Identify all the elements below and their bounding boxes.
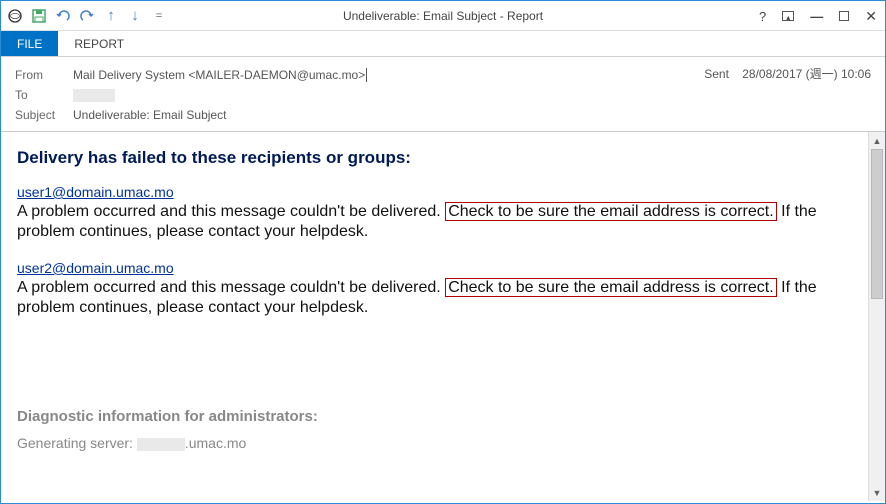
error-text: A problem occurred and this message coul… [17, 278, 852, 318]
move-down-icon[interactable]: ↓ [127, 8, 143, 24]
vertical-scrollbar[interactable]: ▲ ▼ [868, 132, 885, 501]
tab-file[interactable]: FILE [1, 31, 58, 56]
scroll-down-icon[interactable]: ▼ [869, 484, 886, 501]
recipient-email-link[interactable]: user1@domain.umac.mo [17, 184, 174, 200]
recipient-block: user1@domain.umac.mo A problem occurred … [17, 184, 852, 242]
window-title: Undeliverable: Email Subject - Report [343, 9, 543, 23]
message-body: Delivery has failed to these recipients … [1, 132, 868, 501]
gen-server-suffix: .umac.mo [185, 435, 246, 451]
ribbon-display-icon[interactable]: ▴ [782, 11, 794, 21]
save-icon[interactable] [31, 8, 47, 24]
message-headers: From Mail Delivery System <MAILER-DAEMON… [1, 57, 885, 131]
generating-server: Generating server: .umac.mo [17, 435, 852, 451]
from-value: Mail Delivery System <MAILER-DAEMON@umac… [73, 68, 367, 83]
scroll-up-icon[interactable]: ▲ [869, 132, 886, 149]
quick-access-toolbar: ↑ ↓ = [1, 8, 173, 24]
window-controls: ? ▴ — ✕ [755, 1, 881, 31]
maximize-icon[interactable] [839, 11, 849, 21]
app-logo-icon [7, 8, 23, 24]
sent-block: Sent 28/08/2017 (週一) 10:06 [704, 65, 871, 82]
undo-icon[interactable] [55, 8, 71, 24]
scroll-thumb[interactable] [871, 149, 883, 299]
message-body-area: Delivery has failed to these recipients … [1, 131, 885, 501]
delivery-failed-title: Delivery has failed to these recipients … [17, 148, 852, 168]
subject-value: Undeliverable: Email Subject [73, 108, 226, 122]
ribbon-tabs: FILE REPORT [1, 31, 885, 57]
redo-icon[interactable] [79, 8, 95, 24]
error-pre: A problem occurred and this message coul… [17, 279, 445, 296]
recipient-email-link[interactable]: user2@domain.umac.mo [17, 260, 174, 276]
gen-server-label: Generating server: [17, 435, 137, 451]
subject-label: Subject [15, 108, 73, 122]
gen-server-redacted [137, 438, 185, 451]
to-label: To [15, 88, 73, 102]
from-label: From [15, 68, 73, 82]
to-value [73, 88, 115, 102]
title-bar: ↑ ↓ = Undeliverable: Email Subject - Rep… [1, 1, 885, 31]
highlighted-hint: Check to be sure the email address is co… [445, 278, 776, 297]
help-icon[interactable]: ? [755, 7, 770, 26]
sent-label: Sent [704, 67, 729, 81]
diagnostic-title: Diagnostic information for administrator… [17, 408, 852, 425]
qat-customize-icon[interactable]: = [151, 8, 167, 24]
minimize-icon[interactable]: — [806, 7, 827, 26]
error-pre: A problem occurred and this message coul… [17, 203, 445, 220]
sent-value: 28/08/2017 (週一) 10:06 [742, 67, 871, 81]
move-up-icon[interactable]: ↑ [103, 8, 119, 24]
close-icon[interactable]: ✕ [861, 6, 881, 27]
scroll-track[interactable] [869, 149, 885, 484]
highlighted-hint: Check to be sure the email address is co… [445, 202, 776, 221]
error-text: A problem occurred and this message coul… [17, 202, 852, 242]
recipient-block: user2@domain.umac.mo A problem occurred … [17, 260, 852, 318]
tab-report[interactable]: REPORT [58, 31, 140, 56]
